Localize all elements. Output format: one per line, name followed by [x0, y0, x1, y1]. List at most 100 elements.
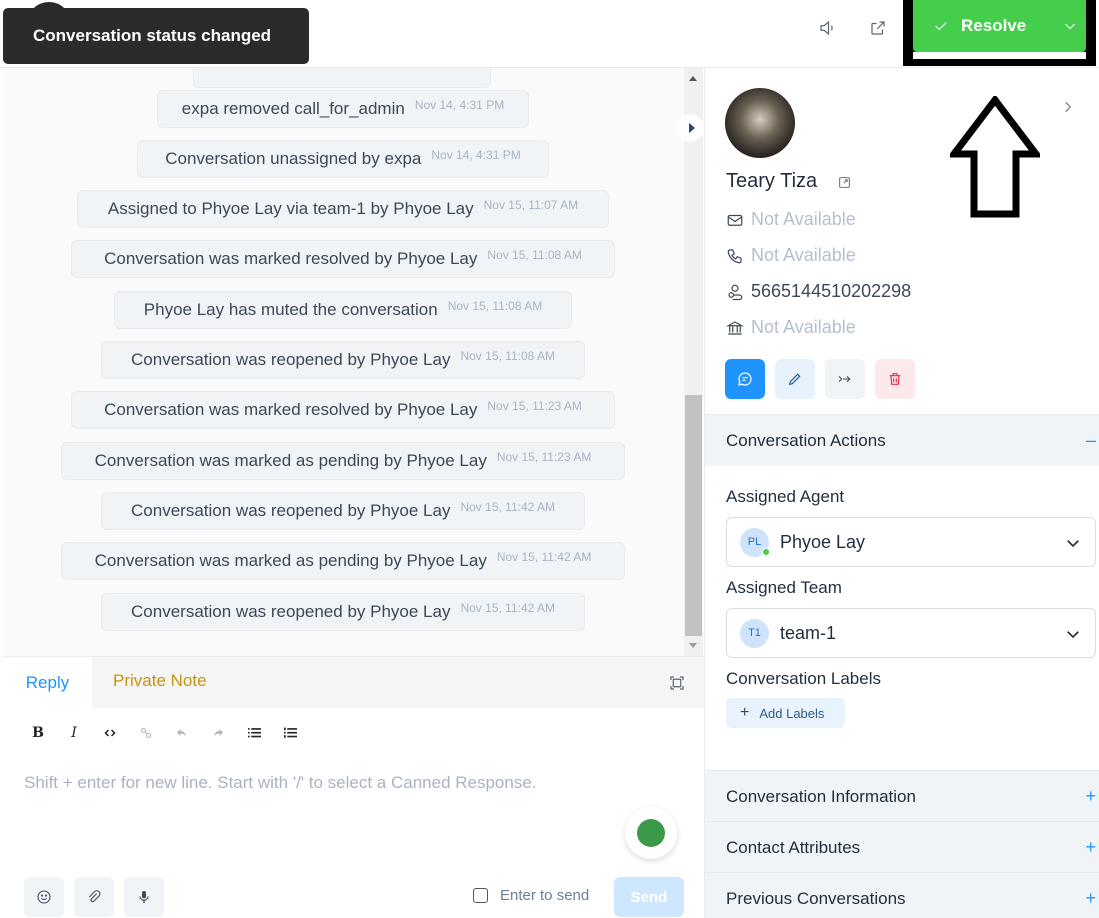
activity-message: Conversation was reopened by Phyoe Lay No… — [101, 492, 585, 530]
add-labels-button[interactable]: + Add Labels — [726, 698, 845, 728]
expand-plus-icon[interactable]: + — [1085, 786, 1096, 807]
merge-arrows-icon — [838, 375, 851, 383]
toggle-contact-panel-button[interactable] — [676, 114, 704, 142]
ordered-list-button[interactable] — [272, 723, 308, 743]
enter-to-send-toggle[interactable]: Enter to send — [473, 887, 589, 904]
activity-message: Conversation unassigned by expa Nov 14, 4… — [137, 140, 549, 178]
italic-button[interactable]: I — [56, 723, 92, 743]
tab-private-note[interactable]: Private Note — [113, 671, 207, 691]
formatting-toolbar: B I — [20, 723, 308, 743]
reply-tabs — [3, 657, 704, 708]
activity-message: Conversation was marked resolved by Phyo… — [71, 240, 615, 278]
activity-message: Conversation was reopened by Phyoe Lay No… — [101, 593, 585, 631]
message-list-scrollbar[interactable] — [684, 68, 703, 656]
accordion-conversation-actions[interactable]: Conversation Actions – — [705, 414, 1099, 466]
activity-message: Conversation was marked as pending by Ph… — [61, 542, 625, 580]
redo-button[interactable] — [200, 723, 236, 743]
link-button[interactable] — [128, 723, 164, 743]
phone-icon — [727, 248, 742, 263]
contact-name: Teary Tiza — [726, 170, 818, 192]
delete-contact-button[interactable] — [875, 359, 915, 399]
plus-icon: + — [740, 704, 750, 721]
redo-icon — [214, 729, 223, 737]
code-button[interactable] — [92, 723, 128, 743]
toast-message: Conversation status changed — [33, 26, 272, 45]
undo-icon — [177, 729, 186, 737]
accordion-conversation-information[interactable]: Conversation Information + — [705, 770, 1099, 822]
link-icon — [141, 728, 151, 738]
ordered-list-icon — [283, 727, 297, 738]
conversation-labels-label: Conversation Labels — [726, 669, 881, 688]
building-icon — [726, 320, 744, 335]
tab-reply[interactable]: Reply — [3, 657, 92, 709]
activity-message: Phyoe Lay has muted the conversation Nov … — [114, 291, 572, 329]
share-button[interactable] — [864, 14, 892, 42]
chevron-right-icon[interactable] — [1061, 100, 1075, 114]
scroll-up-arrow-icon[interactable] — [689, 76, 697, 81]
code-icon — [104, 729, 116, 737]
new-message-button[interactable] — [725, 359, 765, 399]
assistant-bot-button[interactable] — [625, 807, 677, 859]
emoji-icon — [37, 890, 51, 904]
chevron-down-icon — [1067, 540, 1079, 548]
resolve-dropdown-chevron-icon[interactable] — [1062, 18, 1078, 34]
accordion-contact-attributes[interactable]: Contact Attributes + — [705, 821, 1099, 873]
speaker-icon — [820, 20, 833, 36]
enter-to-send-checkbox[interactable] — [473, 888, 488, 903]
merge-contact-button[interactable] — [825, 359, 865, 399]
trash-icon — [889, 373, 901, 385]
resolve-button[interactable]: Resolve — [913, 0, 1086, 52]
microphone-icon — [139, 891, 149, 903]
reply-box: Reply Private Note B I Shift + enter for… — [3, 656, 704, 918]
activity-message: Assigned to Phyoe Lay via team-1 by Phyo… — [77, 190, 609, 228]
pencil-icon — [788, 373, 801, 386]
paperclip-icon — [88, 890, 101, 903]
activity-message: Conversation was reopened by Phyoe Lay No… — [101, 341, 585, 379]
check-icon — [935, 22, 947, 31]
bold-button[interactable]: B — [20, 723, 56, 743]
activity-message: Conversation was marked as pending by Ph… — [61, 442, 625, 480]
assigned-agent-label: Assigned Agent — [726, 487, 845, 506]
mute-button[interactable] — [813, 14, 841, 42]
voice-record-button[interactable] — [124, 877, 164, 917]
activity-message: expa removed call_for_admin Nov 14, 4:31 … — [157, 90, 529, 128]
resolve-label: Resolve — [961, 16, 1027, 35]
toast-notification: Conversation status changed — [3, 8, 309, 64]
scroll-down-arrow-icon[interactable] — [689, 643, 697, 648]
enter-to-send-label: Enter to send — [500, 887, 590, 904]
expand-editor-icon[interactable] — [668, 674, 686, 692]
chevron-down-icon — [1067, 631, 1079, 639]
expand-plus-icon[interactable]: + — [1085, 888, 1096, 909]
bullet-list-icon — [247, 728, 261, 738]
accordion-previous-conversations[interactable]: Previous Conversations + — [705, 872, 1099, 918]
undo-button[interactable] — [164, 723, 200, 743]
contact-identifier: 5665144510202298 — [726, 281, 911, 302]
collapse-icon[interactable]: – — [1086, 430, 1096, 451]
online-status-dot — [762, 547, 770, 556]
contact-avatar — [725, 88, 795, 158]
send-button[interactable]: Send — [614, 877, 684, 917]
message-input[interactable]: Shift + enter for new line. Start with '… — [24, 773, 537, 793]
chat-bubble-icon — [738, 372, 752, 386]
edit-contact-button[interactable] — [775, 359, 815, 399]
emoji-button[interactable] — [24, 877, 64, 917]
scroll-thumb[interactable] — [685, 395, 702, 636]
caret-right-icon — [688, 123, 695, 133]
annotation-arrow-icon — [950, 96, 1040, 218]
attach-button[interactable] — [74, 877, 114, 917]
assigned-team-select[interactable]: T1 team-1 — [726, 608, 1096, 658]
mail-icon — [727, 214, 743, 226]
agent-avatar: PL — [740, 527, 770, 557]
assigned-agent-select[interactable]: PL Phyoe Lay — [726, 517, 1096, 567]
activity-message-partial — [193, 68, 491, 88]
contact-id-icon — [728, 284, 743, 300]
contact-email: Not Available — [726, 209, 856, 230]
expand-plus-icon[interactable]: + — [1085, 837, 1096, 858]
bullet-list-button[interactable] — [236, 723, 272, 743]
contact-company: Not Available — [726, 317, 856, 338]
app-root: Resolve Conversation status changed expa… — [0, 0, 1099, 918]
external-link-icon[interactable] — [838, 176, 851, 189]
robot-icon — [637, 819, 665, 847]
message-list: expa removed call_for_admin Nov 14, 4:31 … — [3, 68, 684, 656]
share-icon — [871, 21, 885, 35]
